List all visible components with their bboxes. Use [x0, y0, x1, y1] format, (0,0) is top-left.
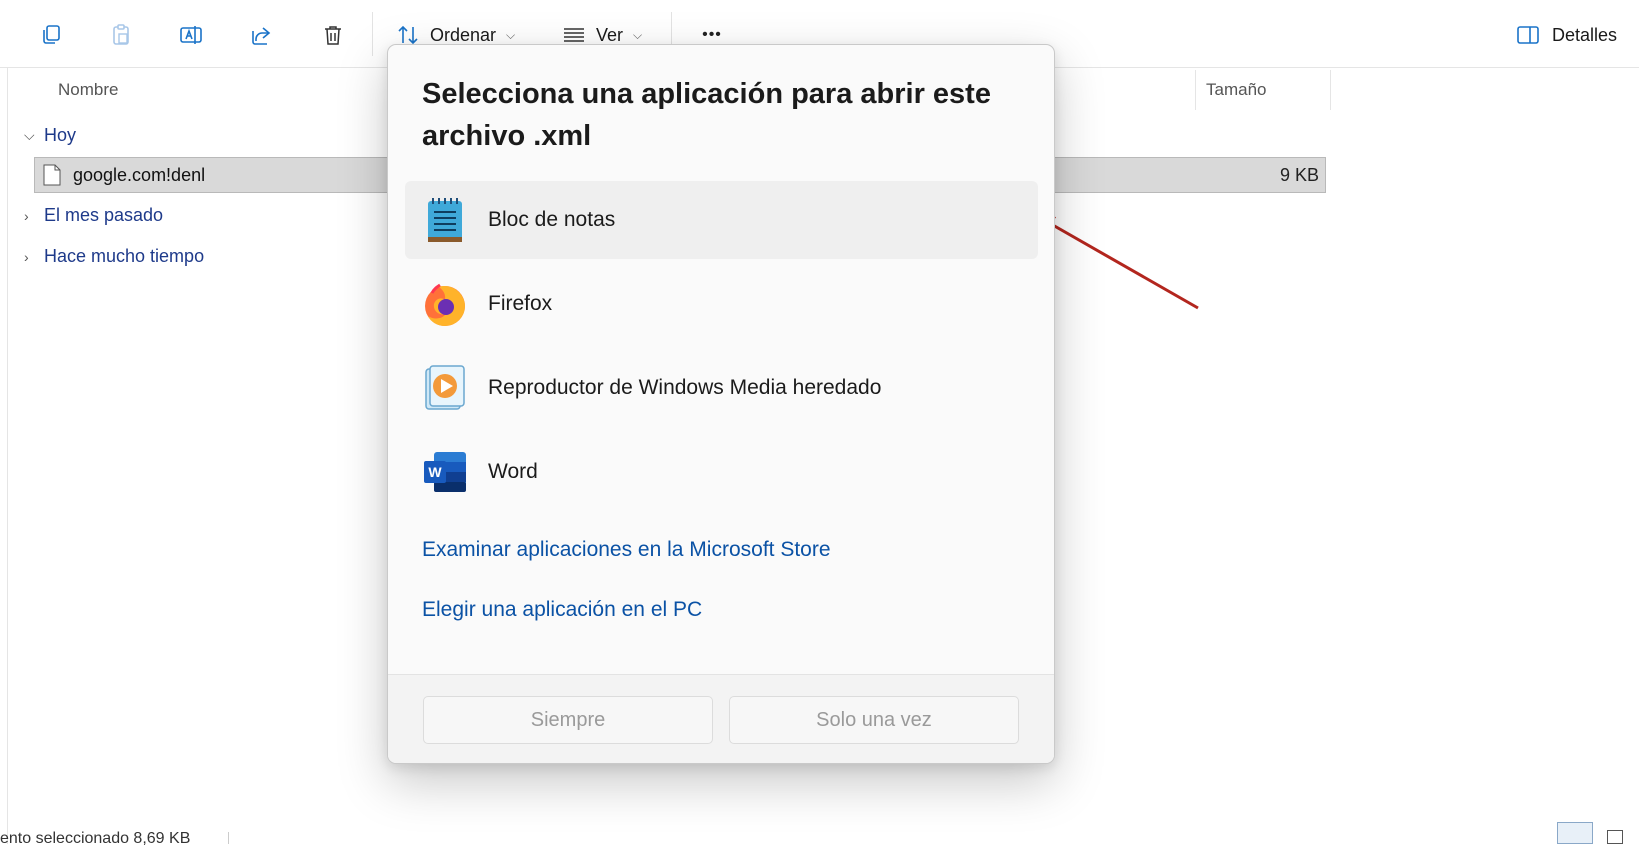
dialog-title-line1: Selecciona una aplicación para abrir est… [422, 78, 991, 110]
column-header-size[interactable]: Tamaño [1206, 68, 1266, 112]
chevron-down-icon: ⌵ [24, 127, 35, 143]
app-label: Reproductor de Windows Media heredado [488, 376, 882, 399]
group-today[interactable]: ⌵ Hoy [24, 125, 76, 146]
column-divider[interactable] [1195, 70, 1196, 110]
dialog-title-line2: archivo .xml [422, 120, 592, 152]
delete-button[interactable] [316, 18, 350, 52]
app-option-windows-media-player[interactable]: Reproductor de Windows Media heredado [405, 349, 1038, 427]
share-button[interactable] [244, 18, 278, 52]
chevron-down-icon: ⌵ [506, 27, 516, 42]
trash-icon [325, 26, 341, 45]
copy-icon [43, 25, 60, 44]
sort-label: Ordenar [430, 24, 497, 45]
view-label: Ver [596, 24, 624, 45]
file-icon [43, 164, 61, 186]
chevron-down-icon: ⌵ [633, 27, 643, 42]
status-text: ento seleccionado 8,69 KB [0, 830, 191, 847]
toolbar-divider [372, 12, 373, 56]
details-view-toggle[interactable] [1557, 822, 1593, 844]
browse-store-link[interactable]: Examinar aplicaciones en la Microsoft St… [422, 538, 831, 562]
paste-icon [113, 24, 129, 45]
just-once-button[interactable]: Solo una vez [729, 696, 1019, 744]
details-button[interactable]: Detalles [1516, 18, 1617, 52]
app-option-word[interactable]: W Word [405, 433, 1038, 511]
windows-media-player-icon [422, 363, 468, 413]
app-label: Firefox [488, 292, 553, 315]
rename-icon [180, 26, 202, 44]
app-option-notepad[interactable]: Bloc de notas [405, 181, 1038, 259]
annotation-arrow [1034, 214, 1199, 310]
column-header-name[interactable]: Nombre [58, 68, 118, 112]
firefox-icon [422, 279, 468, 329]
column-divider[interactable] [1330, 70, 1331, 110]
chevron-right-icon: › [24, 207, 29, 224]
word-icon: W [422, 447, 468, 497]
always-button[interactable]: Siempre [423, 696, 713, 744]
group-label: Hace mucho tiempo [44, 246, 205, 266]
open-with-dialog: Selecciona una aplicación para abrir est… [387, 44, 1055, 764]
group-last-month[interactable]: › El mes pasado [24, 205, 163, 226]
group-label: El mes pasado [44, 205, 164, 225]
details-pane-icon [1517, 26, 1539, 44]
nav-pane-border [7, 68, 8, 844]
tiles-view-toggle[interactable] [1607, 830, 1623, 844]
file-name: google.com!denl [73, 164, 206, 185]
status-divider [228, 832, 229, 844]
rename-button[interactable] [174, 18, 208, 52]
file-size: 9 KB [1279, 164, 1319, 185]
share-icon [252, 27, 271, 45]
details-label: Detalles [1551, 24, 1617, 45]
choose-app-on-pc-link[interactable]: Elegir una aplicación en el PC [422, 598, 702, 622]
dialog-title: Selecciona una aplicación para abrir est… [422, 73, 1022, 157]
app-label: Word [488, 460, 538, 483]
app-option-firefox[interactable]: Firefox [405, 265, 1038, 343]
group-label: Hoy [44, 125, 77, 145]
svg-text:W: W [428, 464, 442, 480]
dialog-footer: Siempre Solo una vez [388, 674, 1054, 763]
chevron-right-icon: › [24, 248, 29, 265]
paste-button[interactable] [104, 18, 138, 52]
copy-button[interactable] [34, 18, 68, 52]
group-long-ago[interactable]: › Hace mucho tiempo [24, 246, 204, 267]
notepad-icon [422, 195, 468, 245]
app-label: Bloc de notas [488, 208, 616, 231]
